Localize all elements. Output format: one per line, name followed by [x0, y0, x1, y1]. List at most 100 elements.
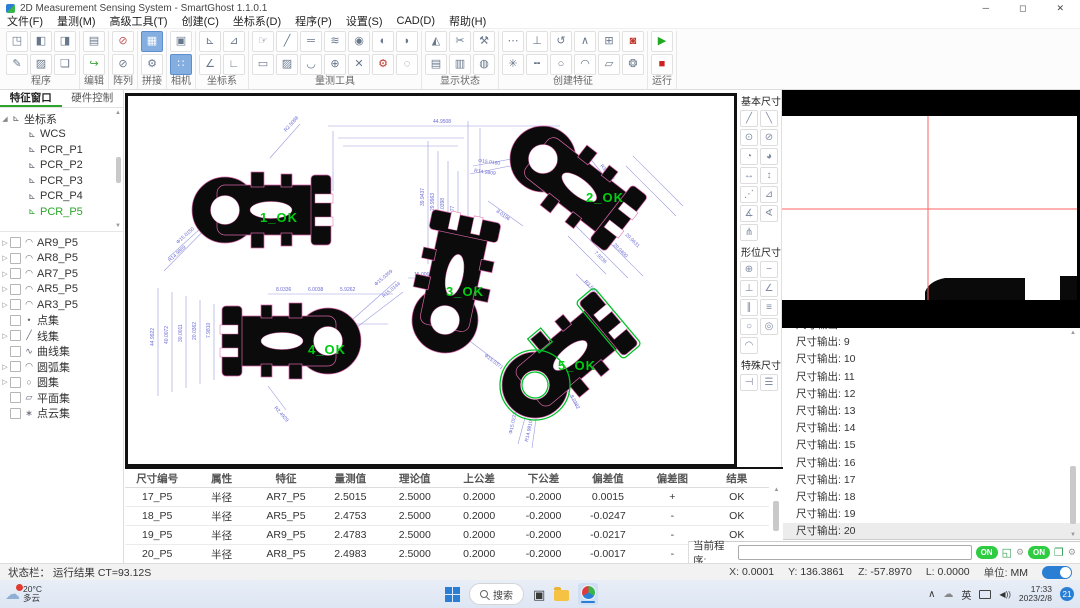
show-chart-button[interactable]: ▥ [449, 54, 471, 75]
create-point-set-button[interactable]: ⋯ [502, 31, 524, 52]
tools-button[interactable]: ✕ [348, 54, 370, 75]
feature-item-圆集[interactable]: ▷○圆集 [0, 375, 123, 391]
create-midline-button[interactable]: ╍ [526, 54, 548, 75]
gauge-tool-button[interactable]: ◡ [300, 54, 322, 75]
feature-item-平面集[interactable]: ▱平面集 [0, 390, 123, 406]
output-list-item[interactable]: 尺寸输出: 14 [782, 420, 1080, 437]
column-header-特征[interactable]: 特征 [254, 469, 318, 488]
tree-expander-icon[interactable]: ▷ [0, 254, 10, 262]
line-line-distance-dim-button[interactable]: ⋰ [740, 186, 758, 203]
line-profile-dim-button[interactable]: ◠ [740, 337, 758, 354]
table-row[interactable]: 17_P5半径AR7_P52.50152.50000.2000-0.20000.… [125, 488, 769, 507]
line-tool-button[interactable]: ╱ [276, 31, 298, 52]
tree-expander-icon[interactable]: ▷ [0, 363, 10, 371]
smartghost-app-button[interactable] [578, 583, 598, 605]
array-clear-button[interactable]: ⊘ [112, 54, 134, 75]
create-parallelogram-button[interactable]: ▱ [598, 54, 620, 75]
feature-item-线集[interactable]: ▷╱线集 [0, 328, 123, 344]
camera-view[interactable] [782, 90, 1080, 328]
open-program-button[interactable]: ◧ [30, 31, 52, 52]
settings-gear-icon-2[interactable]: ⚙ [1068, 547, 1076, 558]
table-row[interactable]: 20_P5半径AR8_P52.49832.50000.2000-0.2000-0… [125, 545, 769, 564]
run-program-button[interactable]: ▶ [651, 31, 673, 52]
create-rotate-circle-button[interactable]: ↺ [550, 31, 572, 52]
maximize-button[interactable]: ◻ [1019, 3, 1026, 14]
line-angle-dim-button[interactable]: ⊿ [760, 186, 778, 203]
toggle-on-2[interactable]: ON [1028, 546, 1050, 559]
camera-frame-button[interactable]: ▣ [170, 31, 192, 52]
roundness-dim-button[interactable]: ○ [740, 318, 758, 335]
mask-tool-button[interactable]: ◌ [396, 54, 418, 75]
create-point-line-button[interactable]: ⊥ [526, 31, 548, 52]
feature-checkbox[interactable] [10, 392, 21, 403]
output-list-item[interactable]: 尺寸输出: 13 [782, 403, 1080, 420]
tree-expander-icon[interactable]: ▷ [0, 285, 10, 293]
parallelism-dim-button[interactable]: ∥ [740, 299, 758, 316]
column-header-结果[interactable]: 结果 [705, 469, 769, 488]
hatch-tool-button[interactable]: ▨ [276, 54, 298, 75]
output-list-item[interactable]: 尺寸输出: 15 [782, 437, 1080, 454]
menu-item-创建(C)[interactable]: 创建(C) [175, 13, 226, 29]
tree-item-PCR_P3[interactable]: ⊾PCR_P3 [0, 173, 123, 189]
adjust-view-button[interactable]: ⚒ [473, 31, 495, 52]
angle-3point-dim-button[interactable]: ∡ [740, 205, 758, 222]
tree-item-WCS[interactable]: ⊾WCS [0, 127, 123, 143]
manual-pick-tool-button[interactable]: ☞ [252, 31, 274, 52]
cad-canvas-area[interactable]: 44.950839.943729.996320.03988.0177Φ15.01… [125, 93, 737, 467]
feature-item-点集[interactable]: •点集 [0, 313, 123, 329]
current-program-input[interactable] [738, 545, 971, 560]
horizontal-distance-dim-button[interactable]: ↔ [740, 167, 758, 184]
menu-item-高级工具(T)[interactable]: 高级工具(T) [103, 13, 175, 29]
menu-item-设置(S)[interactable]: 设置(S) [339, 13, 390, 29]
output-list-item[interactable]: 尺寸输出: 17 [782, 472, 1080, 489]
show-3d-button[interactable]: ◍ [473, 54, 495, 75]
feature-checkbox[interactable] [10, 330, 21, 341]
camera-grid-button[interactable]: ∷ [170, 54, 192, 75]
menu-item-量测(M)[interactable]: 量测(M) [50, 13, 103, 29]
step-dimension-dim-button[interactable]: ⊣ [740, 374, 758, 391]
tree-item-PCR_P1[interactable]: ⊾PCR_P1 [0, 142, 123, 158]
tree-expander-icon[interactable]: ▷ [0, 332, 10, 340]
create-plane-button[interactable]: ⊞ [598, 31, 620, 52]
feature-item-AR5_P5[interactable]: ▷◠AR5_P5 [0, 282, 123, 298]
column-header-偏差值[interactable]: 偏差值 [576, 469, 640, 488]
scroll-up-icon[interactable]: ▲ [1070, 330, 1076, 336]
tree-expander-icon[interactable]: ▷ [0, 378, 10, 386]
notification-badge[interactable]: 21 [1060, 587, 1074, 601]
feature-checkbox[interactable] [10, 237, 21, 248]
create-feature-target-button[interactable]: ◙ [622, 31, 644, 52]
table-row[interactable]: 18_P5半径AR5_P52.47532.50000.2000-0.2000-0… [125, 507, 769, 526]
create-point-cloud-button[interactable]: ✳ [502, 54, 524, 75]
close-button[interactable]: ✕ [1056, 3, 1064, 14]
position-dim-button[interactable]: ⊕ [740, 261, 758, 278]
settings-gear-icon-1[interactable]: ⚙ [1016, 547, 1024, 558]
clock[interactable]: 17:33 2023/2/8 [1019, 585, 1052, 604]
cloud-sync-icon[interactable]: ☁ [943, 589, 953, 600]
start-button[interactable] [445, 587, 460, 602]
show-cursor-button[interactable]: ◭ [425, 31, 447, 52]
new-program-button[interactable]: ◳ [6, 31, 28, 52]
column-header-偏差图[interactable]: 偏差图 [640, 469, 704, 488]
feature-checkbox[interactable] [10, 408, 21, 419]
crop-view-button[interactable]: ✂ [449, 31, 471, 52]
menu-item-CAD(D)[interactable]: CAD(D) [390, 15, 443, 27]
concentricity-dim-button[interactable]: ◎ [760, 318, 778, 335]
output-list-item[interactable]: 尺寸输出: 19 [782, 506, 1080, 523]
feature-item-圆弧集[interactable]: ▷◠圆弧集 [0, 359, 123, 375]
circle-radius-dim-button[interactable]: ⊙ [740, 129, 758, 146]
minimize-button[interactable]: ─ [983, 3, 989, 14]
edit-image-button[interactable]: ▤ [83, 31, 105, 52]
half-circle-tool-button[interactable]: ◐ [372, 31, 394, 52]
arc-diameter-dim-button[interactable]: ◕ [760, 148, 778, 165]
show-image-button[interactable]: ▤ [425, 54, 447, 75]
output-list-item[interactable]: 尺寸输出: 9 [782, 334, 1080, 351]
tree-expander-icon[interactable]: ◢ [0, 115, 10, 123]
taskbar-search[interactable]: 搜索 [469, 583, 524, 605]
tree-expander-icon[interactable]: ▷ [0, 239, 10, 247]
ime-indicator[interactable]: 英 [961, 587, 971, 602]
feature-checkbox[interactable] [10, 253, 21, 264]
output-list-item[interactable]: 尺寸输出: 10 [782, 351, 1080, 368]
vertical-distance-dim-button[interactable]: ↕ [760, 167, 778, 184]
tree-item-PCR_P2[interactable]: ⊾PCR_P2 [0, 158, 123, 174]
create-circle-button[interactable]: ○ [550, 54, 572, 75]
